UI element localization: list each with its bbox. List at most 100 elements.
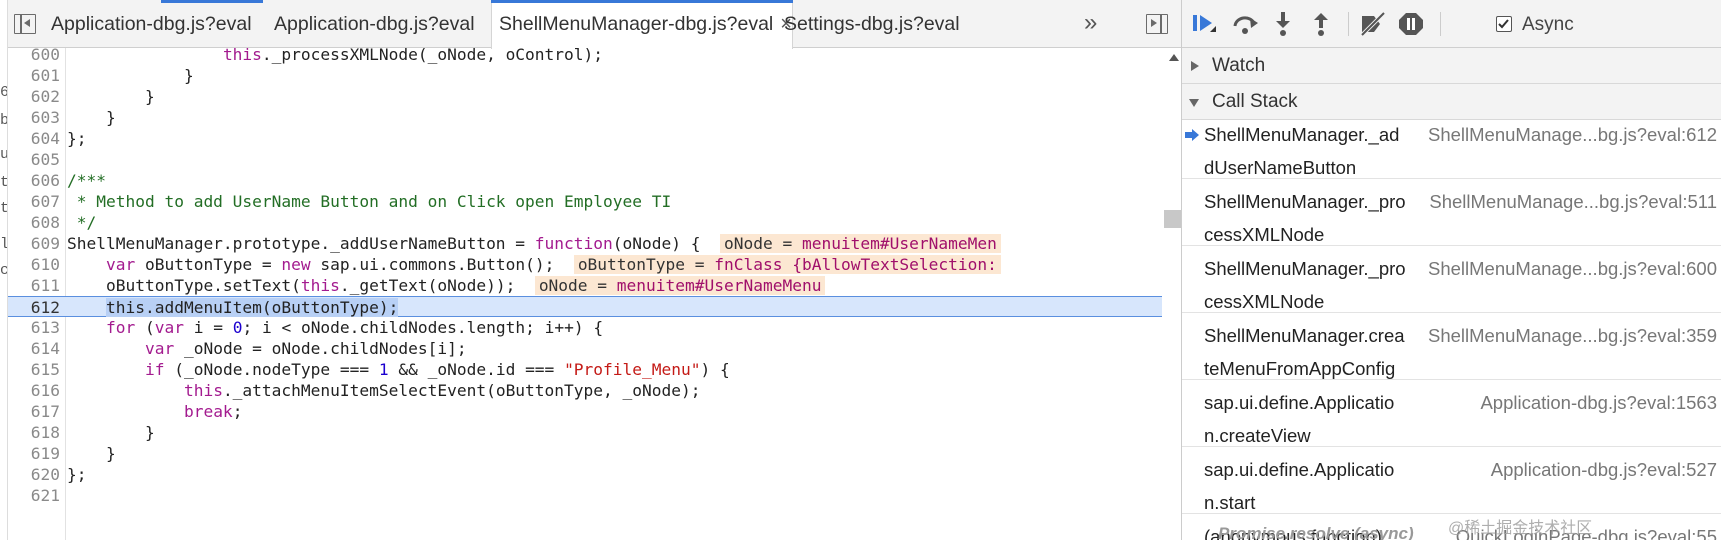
- inline-variable-value[interactable]: oNode = menuitem#UserNameMen: [719, 234, 1001, 253]
- code-line[interactable]: 604};: [8, 128, 1176, 149]
- code-line[interactable]: 601 }: [8, 65, 1176, 86]
- call-stack-frame[interactable]: ShellMenuManager.createMenuFromAppConfig…: [1182, 313, 1721, 380]
- code-line[interactable]: 611 oButtonType.setText(this._getText(oN…: [8, 275, 1176, 296]
- line-number[interactable]: 618: [8, 422, 60, 443]
- async-checkbox[interactable]: [1496, 16, 1512, 32]
- code-text: if (_oNode.nodeType === 1 && _oNode.id =…: [67, 359, 730, 380]
- line-number[interactable]: 608: [8, 212, 60, 233]
- code-line[interactable]: 621: [8, 485, 1176, 506]
- inline-equals: =: [685, 255, 715, 274]
- code-area[interactable]: 600 this ._processXMLNode(_oNode, oContro…: [8, 45, 1176, 540]
- frame-function-name: ShellMenuManager._processXMLNode: [1204, 258, 1406, 312]
- line-number[interactable]: 620: [8, 464, 60, 485]
- code-line[interactable]: 617 break;: [8, 401, 1176, 422]
- call-stack-frame[interactable]: ShellMenuManager._processXMLNode ShellMen…: [1182, 246, 1721, 313]
- resume-icon[interactable]: [1190, 10, 1220, 38]
- inline-variable-value[interactable]: oNode = menuitem#UserNameMenu: [534, 276, 826, 295]
- line-number[interactable]: 609: [8, 233, 60, 254]
- frame-location-link[interactable]: ShellMenuManage...bg.js?eval:600: [1428, 252, 1717, 285]
- line-number[interactable]: 610: [8, 254, 60, 275]
- line-number[interactable]: 605: [8, 149, 60, 170]
- line-number[interactable]: 621: [8, 485, 60, 506]
- code-text: }: [67, 86, 155, 107]
- code-line[interactable]: 600 this._processXMLNode(_oNode, oContro…: [8, 44, 1176, 65]
- inline-variable-value[interactable]: oButtonType = fnClass {bAllowTextSelecti…: [573, 255, 1001, 274]
- line-number[interactable]: 604: [8, 128, 60, 149]
- tab-application-1[interactable]: Application-dbg.js?eval: [51, 0, 252, 48]
- current-frame-arrow-icon: [1185, 128, 1199, 146]
- call-stack-frame[interactable]: sap.ui.define.Application.start Applicati…: [1182, 447, 1721, 514]
- toggle-debugger-icon[interactable]: [1146, 14, 1168, 34]
- tab-shellmenumanager[interactable]: ShellMenuManager-dbg.js?eval ×: [491, 0, 793, 49]
- clipped-char: b: [0, 112, 7, 129]
- code-line[interactable]: 602 }: [8, 86, 1176, 107]
- code-line[interactable]: 610 var oButtonType = new sap.ui.commons…: [8, 254, 1176, 275]
- code-text: * Method to add UserName Button and on C…: [67, 191, 672, 212]
- line-number[interactable]: 615: [8, 359, 60, 380]
- code-line[interactable]: 616 this._attachMenuItemSelectEvent(oBut…: [8, 380, 1176, 401]
- code-line[interactable]: 608 */: [8, 212, 1176, 233]
- deactivate-breakpoints-icon[interactable]: [1358, 10, 1388, 38]
- code-line[interactable]: 603 }: [8, 107, 1176, 128]
- frame-location-link[interactable]: ShellMenuManage...bg.js?eval:359: [1428, 319, 1717, 352]
- more-tabs-icon[interactable]: »: [1084, 0, 1097, 48]
- async-promise-row[interactable]: Promise.resolve (async): [1218, 524, 1414, 540]
- line-number[interactable]: 616: [8, 380, 60, 401]
- frame-location-link[interactable]: ShellMenuManage...bg.js?eval:511: [1429, 185, 1717, 218]
- line-number[interactable]: 601: [8, 65, 60, 86]
- line-number[interactable]: 607: [8, 191, 60, 212]
- current-execution-line[interactable]: 612 this.addMenuItem(oButtonType);: [8, 296, 1176, 317]
- tab-label: Application-dbg.js?eval: [51, 13, 252, 35]
- tab-application-2[interactable]: Application-dbg.js?eval: [274, 0, 475, 48]
- code-token: }: [105, 444, 116, 463]
- scroll-up-arrow-icon[interactable]: [1169, 54, 1179, 61]
- line-number[interactable]: 606: [8, 170, 60, 191]
- line-number[interactable]: 614: [8, 338, 60, 359]
- toggle-navigator-icon[interactable]: [14, 14, 36, 34]
- inline-variable-data: menuitem#UserNameMen: [801, 234, 997, 253]
- line-number[interactable]: 600: [8, 44, 60, 65]
- code-token: _oNode = oNode.childNodes[i];: [174, 339, 467, 358]
- code-token: this: [183, 381, 223, 400]
- line-number[interactable]: 617: [8, 401, 60, 422]
- code-line[interactable]: 609 ShellMenuManager.prototype._addUserNa…: [8, 233, 1176, 254]
- line-number[interactable]: 603: [8, 107, 60, 128]
- code-token: var: [154, 318, 184, 337]
- code-token: var: [105, 255, 136, 274]
- line-number[interactable]: 602: [8, 86, 60, 107]
- code-line[interactable]: 606 /***: [8, 170, 1176, 191]
- code-line[interactable]: 607 * Method to add UserName Button and …: [8, 191, 1176, 212]
- call-stack-frame[interactable]: ShellMenuManager._addUserNameButton Shell…: [1182, 112, 1721, 179]
- line-number[interactable]: 613: [8, 317, 60, 338]
- call-stack-frame[interactable]: sap.ui.define.Application.createView Appl…: [1182, 380, 1721, 447]
- line-number[interactable]: 612: [8, 297, 60, 318]
- code-line[interactable]: 615 if (_oNode.nodeType === 1 && _oNode.…: [8, 359, 1176, 380]
- watch-section-header[interactable]: Watch: [1182, 48, 1721, 84]
- code-line[interactable]: 605: [8, 149, 1176, 170]
- frame-location-link[interactable]: Application-dbg.js?eval:1563: [1480, 386, 1717, 419]
- call-stack-frame[interactable]: ShellMenuManager._processXMLNode ShellMen…: [1182, 179, 1721, 246]
- code-text: }: [67, 422, 155, 443]
- code-line[interactable]: 620};: [8, 464, 1176, 485]
- vertical-scrollbar[interactable]: [1162, 48, 1181, 540]
- clipped-char: t: [0, 200, 7, 217]
- frame-location-link[interactable]: ShellMenuManage...bg.js?eval:612: [1428, 118, 1717, 151]
- line-number[interactable]: 619: [8, 443, 60, 464]
- line-number[interactable]: 611: [8, 275, 60, 296]
- code-line[interactable]: 614 var _oNode = oNode.childNodes[i];: [8, 338, 1176, 359]
- pause-on-exceptions-icon[interactable]: [1396, 10, 1426, 38]
- frame-location-link[interactable]: Application-dbg.js?eval:527: [1491, 453, 1717, 486]
- code-token: ._processXMLNode(_oNode, oControl);: [261, 45, 604, 64]
- code-line[interactable]: 619 }: [8, 443, 1176, 464]
- tab-settings[interactable]: Settings-dbg.js?eval: [784, 0, 960, 48]
- frame-function-name: sap.ui.define.Application.start: [1204, 459, 1395, 513]
- step-out-icon[interactable]: [1306, 10, 1336, 38]
- step-into-icon[interactable]: [1268, 10, 1298, 38]
- code-line[interactable]: 613 for (var i = 0; i < oNode.childNodes…: [8, 317, 1176, 338]
- code-line[interactable]: 618 }: [8, 422, 1176, 443]
- scrollbar-thumb[interactable]: [1164, 210, 1181, 228]
- step-over-icon[interactable]: [1230, 10, 1260, 38]
